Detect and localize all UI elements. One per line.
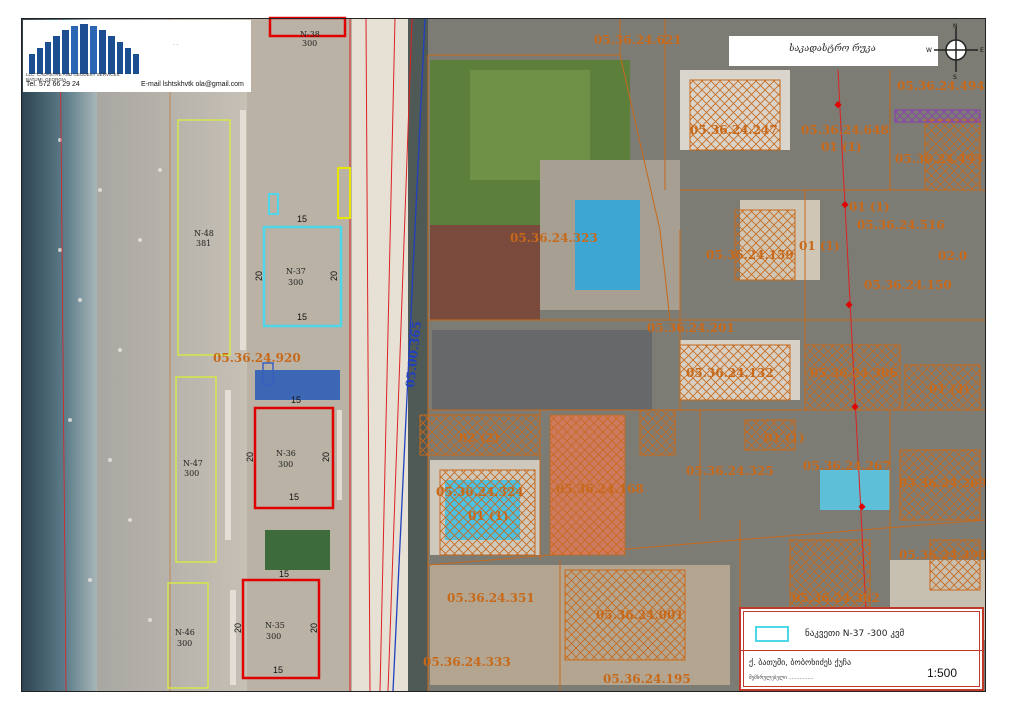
dimension-label: 15	[289, 492, 299, 502]
parcel-label[interactable]: 05.36.24.490	[899, 548, 987, 562]
parcel-label[interactable]: 05.36.24.325	[686, 464, 774, 478]
dimension-label: 20	[245, 452, 255, 462]
dimension-label: 20	[254, 271, 264, 281]
parcel-label[interactable]: 01 (1)	[799, 239, 840, 253]
parcel-label[interactable]: 05.36.24.267	[803, 459, 891, 473]
parcel-label[interactable]: 01 (4)	[929, 382, 970, 396]
parcel-label[interactable]: 05.36.24.269	[899, 476, 987, 490]
parcel-label[interactable]: 02 (2)	[459, 431, 500, 445]
plot-n35-number: N-35	[265, 621, 285, 630]
plot-n37-number: N-37	[286, 267, 306, 276]
parcel-label[interactable]: 05.36.24.159	[706, 248, 794, 262]
dimension-label: 15	[297, 312, 307, 322]
dimension-label: 20	[233, 623, 243, 633]
company-logo	[29, 24, 139, 74]
map-legend: ნაკვეთი N-37 -300 კვმ ქ. ბათუმი, ბობოხიძ…	[739, 607, 984, 691]
parcel-label[interactable]: 05.36.24.494	[897, 79, 985, 93]
parcel-label[interactable]: 05.36.24.001	[596, 608, 684, 622]
company-header: · · LLC "CADASTRE AND GEODESY SERVICES" …	[23, 20, 251, 92]
map-title: საკადასტრო რუკა	[789, 44, 876, 54]
parcel-label[interactable]: 05.36.24.132	[686, 366, 774, 380]
parcel-label[interactable]: 05.36.24.621	[594, 33, 682, 47]
parcel-label[interactable]: 05.36.24.168	[556, 482, 644, 496]
parcel-label[interactable]: 05.36.24.195	[603, 672, 691, 686]
parcel-label[interactable]: 01 (1)	[821, 140, 862, 154]
compass-west: W	[926, 47, 932, 54]
compass-east: E	[980, 47, 984, 54]
map-scale: 1:500	[927, 666, 958, 680]
parcel-label[interactable]: 05.36.24.516	[857, 218, 945, 232]
legend-divider	[741, 650, 982, 651]
parcel-label[interactable]: 05.36.24.201	[647, 321, 735, 335]
dimension-label: 15	[291, 395, 301, 405]
email-address[interactable]: lshtskhvtk ola@gmail.com	[163, 81, 244, 88]
plot-n47-area: 300	[184, 469, 199, 478]
plot-n35-area: 300	[266, 632, 281, 641]
parcel-label[interactable]: 01 (1)	[764, 431, 805, 445]
plot-n46-number: N-46	[175, 628, 195, 637]
parcel-label[interactable]: 05.36.24.648	[801, 123, 889, 137]
sea-area	[22, 18, 97, 691]
plot-n48-area: 381	[196, 239, 211, 248]
legend-signature: შემსრულებელი ................	[749, 675, 814, 681]
plot-n37-area: 300	[288, 278, 303, 287]
legend-item-label: ნაკვეთი N-37 -300 კვმ	[805, 629, 905, 639]
parcel-label[interactable]: 05.36.24.920	[213, 351, 301, 365]
plot-n38-area: 300	[302, 39, 317, 48]
phone-line: Tel. 572 66 29 24	[26, 81, 80, 88]
dimension-label: 15	[273, 665, 283, 675]
dimension-label: 20	[321, 452, 331, 462]
phone-number: 572 66 29 24	[38, 81, 80, 88]
parcel-label[interactable]: 05.36.24.150	[864, 278, 952, 292]
plot-n46-area: 300	[177, 639, 192, 648]
dimension-label: 15	[297, 214, 307, 224]
purple-hatched-parcel[interactable]	[894, 109, 981, 123]
plot-n38-number: N-38	[300, 30, 320, 39]
parcel-label[interactable]: 01 (1)	[468, 509, 509, 523]
map-title-box: საკადასტრო რუკა	[729, 36, 938, 66]
dimension-label: 20	[329, 271, 339, 281]
plot-n48-number: N-48	[194, 229, 214, 238]
plot-n36-number: N-36	[276, 449, 296, 458]
dimension-label: 15	[279, 569, 289, 579]
compass-rose-icon: N S E W	[926, 23, 984, 80]
phone-label: Tel.	[26, 81, 37, 88]
plot-n36-area: 300	[278, 460, 293, 469]
parcel-label[interactable]: 05.36.24.493	[895, 152, 983, 166]
email-label: E-mail	[141, 81, 161, 88]
legend-swatch-cyan	[755, 626, 789, 642]
legend-owner-text: ქ. ბათუმი, ბობოხიძეს ქუჩა	[749, 658, 852, 667]
parcel-label[interactable]: 05.36.24.302	[792, 591, 880, 605]
parcel-label[interactable]: 05.36.24.323	[510, 231, 598, 245]
plot-n47-number: N-47	[183, 459, 203, 468]
parcel-label[interactable]: 01 (1)	[849, 200, 890, 214]
email-line: E-mail lshtskhvtk ola@gmail.com	[141, 81, 244, 88]
parcel-label[interactable]: 05.36.24.333	[423, 655, 511, 669]
parcel-label[interactable]: 05.36.24.306	[810, 366, 898, 380]
dimension-label: 20	[309, 623, 319, 633]
compass-north: N	[953, 23, 958, 30]
parcel-label[interactable]: 05.36.24.247	[690, 123, 778, 137]
parcel-label[interactable]: 05.36.24.351	[447, 591, 535, 605]
compass-south: S	[953, 74, 957, 80]
parcel-label[interactable]: 02.0	[938, 249, 967, 263]
logo-mark: · ·	[173, 42, 179, 48]
parcel-label[interactable]: 05.36.24.324	[436, 485, 524, 499]
